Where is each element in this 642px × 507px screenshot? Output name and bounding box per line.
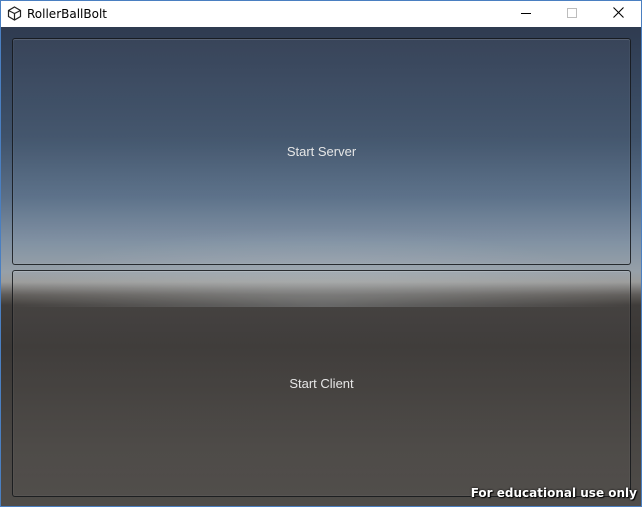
close-button[interactable]	[595, 1, 641, 27]
unity-logo-icon	[7, 6, 22, 21]
start-server-button[interactable]: Start Server	[12, 38, 631, 265]
title-bar[interactable]: RollerBallBolt	[1, 1, 641, 27]
maximize-icon	[567, 5, 577, 23]
start-client-label: Start Client	[289, 376, 354, 391]
educational-watermark: For educational use only	[470, 486, 637, 500]
game-viewport: Start Server Start Client For educationa…	[1, 27, 641, 506]
window-title: RollerBallBolt	[27, 7, 107, 21]
start-server-label: Start Server	[286, 144, 357, 159]
start-client-button[interactable]: Start Client	[12, 270, 631, 497]
app-window: RollerBallBolt Start Server Start Client…	[0, 0, 642, 507]
minimize-button[interactable]	[503, 1, 549, 27]
minimize-icon	[521, 5, 531, 23]
close-icon	[612, 5, 624, 23]
maximize-button[interactable]	[549, 1, 595, 27]
